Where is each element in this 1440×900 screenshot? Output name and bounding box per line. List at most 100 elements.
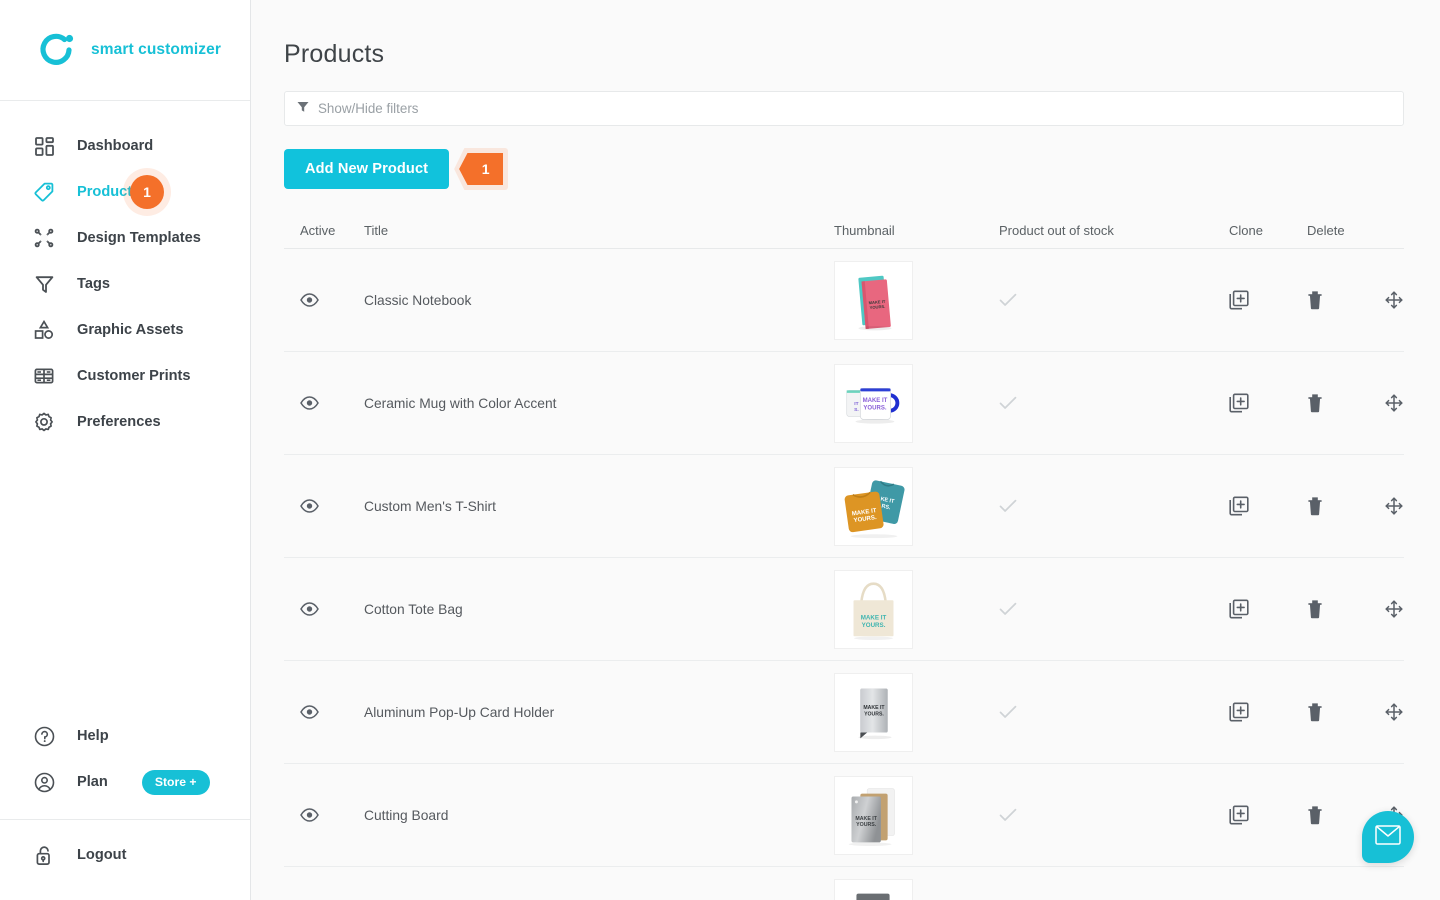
product-title: Aluminum Pop-Up Card Holder <box>364 704 555 720</box>
sidebar-item-help[interactable]: Help <box>0 713 250 759</box>
main-content: Products Show/Hide filters Add New Produ… <box>251 0 1440 900</box>
clone-product-button[interactable] <box>1229 290 1307 310</box>
table-row[interactable]: Ceramic Mug with Color Accent IT S. MAKE… <box>284 352 1404 455</box>
clone-product-button[interactable] <box>1229 393 1307 413</box>
toggle-active-eye-icon[interactable] <box>284 396 364 410</box>
toggle-active-eye-icon[interactable] <box>284 499 364 513</box>
thumbnail-cell <box>834 878 999 900</box>
clone-product-button[interactable] <box>1229 599 1307 619</box>
reorder-move-handle[interactable] <box>1385 291 1440 309</box>
reorder-move-handle[interactable] <box>1385 394 1440 412</box>
sidebar-divider <box>0 819 250 820</box>
card-holder-thumbnail: MAKE IT YOURS. <box>834 672 913 752</box>
gear-icon <box>32 410 56 434</box>
brand-header[interactable]: smart customizer <box>0 0 250 101</box>
svg-text:YOURS.: YOURS. <box>856 822 877 828</box>
toggle-active-eye-icon[interactable] <box>284 293 364 307</box>
tour-step-marker[interactable]: 1 <box>454 148 509 190</box>
out-of-stock-check-icon[interactable] <box>999 808 1229 822</box>
svg-text:YOURS.: YOURS. <box>864 711 884 717</box>
table-row[interactable]: Aluminum Pop-Up Card Holder MAKE IT YOUR… <box>284 661 1404 764</box>
sidebar-item-design-templates[interactable]: Design Templates <box>0 215 250 261</box>
shapes-icon <box>32 318 56 342</box>
sidebar-item-graphic-assets[interactable]: Graphic Assets <box>0 307 250 353</box>
cutting-board-thumbnail: MAKE IT YOURS. <box>834 775 913 855</box>
table-row[interactable]: Cutting Board MAKE IT YOURS. <box>284 764 1404 867</box>
funnel-icon <box>32 272 56 296</box>
sidebar-item-dashboard[interactable]: Dashboard <box>0 123 250 169</box>
envelope-chat-icon <box>1375 824 1401 850</box>
delete-product-button[interactable] <box>1307 393 1385 413</box>
sidebar-item-label: Help <box>77 728 109 744</box>
thumbnail-cell: KE IT RS. MAKE IT YOURS. <box>834 466 999 546</box>
clone-product-button[interactable] <box>1229 496 1307 516</box>
reorder-move-handle[interactable] <box>1385 600 1440 618</box>
clone-product-button[interactable] <box>1229 805 1307 825</box>
clone-product-button[interactable] <box>1229 702 1307 722</box>
sidebar-item-plan[interactable]: Plan Store + <box>0 759 250 805</box>
add-new-product-button[interactable]: Add New Product <box>284 149 450 189</box>
chat-support-button[interactable] <box>1362 811 1414 863</box>
show-hide-filters-bar[interactable]: Show/Hide filters <box>284 91 1404 126</box>
dashboard-grid-icon <box>32 134 56 158</box>
question-circle-icon <box>32 724 56 748</box>
table-row[interactable] <box>284 867 1404 900</box>
product-title: Cotton Tote Bag <box>364 601 463 617</box>
next-product-thumbnail <box>834 878 913 900</box>
svg-text:MAKE IT: MAKE IT <box>863 398 888 404</box>
sidebar-nav: Dashboard Products 1 Design Templates Ta… <box>0 101 250 445</box>
delete-product-button[interactable] <box>1307 702 1385 722</box>
sidebar-item-preferences[interactable]: Preferences <box>0 399 250 445</box>
brand-name: smart customizer <box>91 41 221 58</box>
tour-step-number: 1 <box>481 161 490 177</box>
thumbnail-cell: MAKE IT YOURS. <box>834 260 999 340</box>
store-plus-badge[interactable]: Store + <box>141 769 210 795</box>
svg-text:MAKE IT: MAKE IT <box>863 705 885 711</box>
out-of-stock-check-icon[interactable] <box>999 602 1229 616</box>
column-header-stock: Product out of stock <box>999 223 1114 238</box>
table-row[interactable]: Classic Notebook MAKE IT YOURS. <box>284 249 1404 352</box>
column-header-clone: Clone <box>1229 223 1263 238</box>
show-hide-filters-label: Show/Hide filters <box>318 101 419 116</box>
sidebar-item-products[interactable]: Products 1 <box>0 169 250 215</box>
sidebar-item-tags[interactable]: Tags <box>0 261 250 307</box>
reorder-move-handle[interactable] <box>1385 703 1440 721</box>
sidebar-item-label: Graphic Assets <box>77 322 184 338</box>
column-header-title: Title <box>364 223 389 238</box>
thumbnail-cell: MAKE IT YOURS. <box>834 569 999 649</box>
svg-text:MAKE IT: MAKE IT <box>855 815 877 821</box>
tshirt-thumbnail: KE IT RS. MAKE IT YOURS. <box>834 466 913 546</box>
svg-text:IT: IT <box>854 400 858 406</box>
thumbnail-cell: MAKE IT YOURS. <box>834 672 999 752</box>
tag-icon <box>32 180 56 204</box>
thumbnail-cell: MAKE IT YOURS. <box>834 775 999 855</box>
product-title: Ceramic Mug with Color Accent <box>364 395 557 411</box>
delete-product-button[interactable] <box>1307 599 1385 619</box>
out-of-stock-check-icon[interactable] <box>999 396 1229 410</box>
delete-product-button[interactable] <box>1307 496 1385 516</box>
out-of-stock-check-icon[interactable] <box>999 705 1229 719</box>
sidebar-item-label: Plan <box>77 774 108 790</box>
toggle-active-eye-icon[interactable] <box>284 808 364 822</box>
out-of-stock-check-icon[interactable] <box>999 499 1229 513</box>
thumbnail-cell: IT S. MAKE IT YOURS. <box>834 363 999 443</box>
table-row[interactable]: Cotton Tote Bag MAKE IT YOURS. <box>284 558 1404 661</box>
prints-icon <box>32 364 56 388</box>
toggle-active-eye-icon[interactable] <box>284 705 364 719</box>
sidebar-item-label: Logout <box>77 847 127 863</box>
column-header-thumbnail: Thumbnail <box>834 223 895 238</box>
products-table: Active Title Thumbnail Product out of st… <box>284 213 1404 900</box>
toggle-active-eye-icon[interactable] <box>284 602 364 616</box>
sidebar: smart customizer Dashboard Products 1 De… <box>0 0 251 900</box>
reorder-move-handle[interactable] <box>1385 497 1440 515</box>
sidebar-item-customer-prints[interactable]: Customer Prints <box>0 353 250 399</box>
column-header-active: Active <box>300 223 336 238</box>
design-templates-icon <box>32 226 56 250</box>
sidebar-item-label: Design Templates <box>77 230 201 246</box>
table-row[interactable]: Custom Men's T-Shirt KE IT RS. MAKE IT Y… <box>284 455 1404 558</box>
svg-text:YOURS.: YOURS. <box>862 622 886 629</box>
page-title: Products <box>284 40 385 68</box>
out-of-stock-check-icon[interactable] <box>999 293 1229 307</box>
delete-product-button[interactable] <box>1307 290 1385 310</box>
sidebar-item-logout[interactable]: Logout <box>0 832 250 878</box>
